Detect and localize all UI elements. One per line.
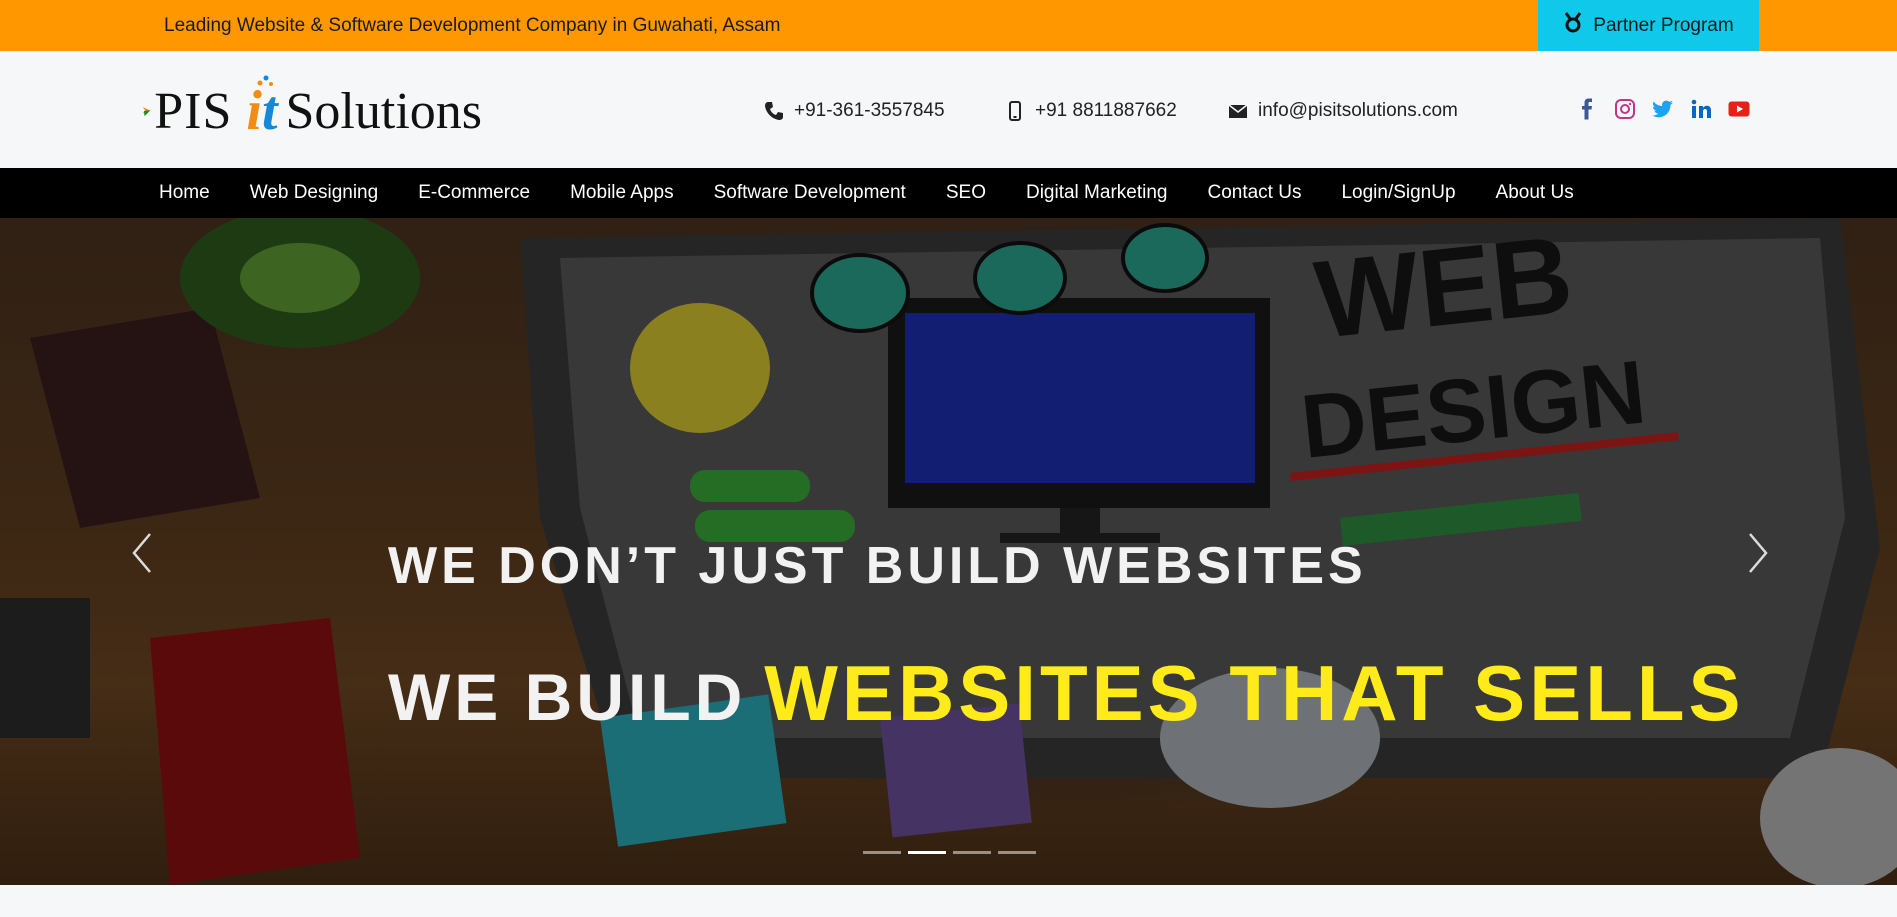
nav-item-about-us[interactable]: About Us: [1496, 182, 1574, 204]
partner-program-label: Partner Program: [1593, 14, 1734, 36]
hero-headline-white: WE BUILD: [388, 660, 747, 734]
logo-pis-text: PIS: [154, 82, 233, 140]
nav-item-digital-marketing[interactable]: Digital Marketing: [1026, 182, 1168, 204]
nav-item-web-designing[interactable]: Web Designing: [250, 182, 379, 204]
logo-dots-icon: [257, 75, 274, 86]
site-logo[interactable]: PIS it Solutions: [142, 75, 483, 143]
carousel-indicator[interactable]: [863, 851, 901, 854]
carousel-prev-button[interactable]: [122, 528, 162, 578]
twitter-icon[interactable]: [1651, 97, 1675, 121]
nav-item-mobile-apps[interactable]: Mobile Apps: [570, 182, 674, 204]
hero-headline-line1: WE DON’T JUST BUILD WEBSITES: [388, 537, 1367, 595]
nav-item-software-development[interactable]: Software Development: [714, 182, 906, 204]
contact-mobile[interactable]: +91 8811887662: [1005, 97, 1177, 125]
contact-phone[interactable]: +91-361-3557845: [764, 97, 945, 125]
hero-headline-line2: WE BUILD WEBSITES THAT SELLS: [388, 648, 1745, 739]
email-address: info@pisitsolutions.com: [1258, 100, 1458, 121]
nav-item-e-commerce[interactable]: E-Commerce: [418, 182, 530, 204]
phone-number: +91-361-3557845: [794, 100, 945, 121]
linkedin-icon[interactable]: [1689, 97, 1713, 121]
nav-item-contact-us[interactable]: Contact Us: [1207, 182, 1301, 204]
mobile-icon: [1009, 101, 1021, 121]
carousel-next-button[interactable]: [1738, 528, 1778, 578]
partner-program-button[interactable]: Partner Program: [1538, 0, 1759, 51]
facebook-icon[interactable]: [1575, 97, 1599, 121]
page-bottom-strip: [0, 885, 1897, 917]
carousel-indicator[interactable]: [953, 851, 991, 854]
chevron-right-icon: [1749, 533, 1768, 573]
logo-arrow-icon: [142, 107, 151, 117]
main-nav: Home Web Designing E-Commerce Mobile App…: [0, 168, 1897, 218]
site-header: PIS it Solutions +91-361-3557845 +91 881…: [0, 51, 1897, 168]
hero-headline-yellow: WEBSITES THAT SELLS: [764, 649, 1745, 737]
top-tagline: Leading Website & Software Development C…: [164, 15, 781, 36]
top-bar: Leading Website & Software Development C…: [0, 0, 1897, 51]
nav-item-login-signup[interactable]: Login/SignUp: [1341, 182, 1455, 204]
carousel-indicator[interactable]: [998, 851, 1036, 854]
carousel-indicator-active[interactable]: [908, 851, 946, 854]
social-links: [1575, 97, 1751, 121]
chevron-left-icon: [132, 533, 151, 573]
mobile-number: +91 8811887662: [1035, 100, 1177, 121]
award-icon: [1563, 11, 1583, 40]
instagram-icon[interactable]: [1613, 97, 1637, 121]
envelope-icon: [1228, 104, 1248, 118]
logo-solutions-text: Solutions: [285, 82, 483, 140]
hero-carousel: WEB DESIGN WE DON’T JUST BUILD WEBSITES …: [0, 218, 1897, 885]
carousel-indicators: [863, 851, 1036, 854]
nav-item-seo[interactable]: SEO: [946, 182, 986, 204]
nav-item-home[interactable]: Home: [159, 182, 210, 204]
youtube-icon[interactable]: [1727, 97, 1751, 121]
contact-email[interactable]: info@pisitsolutions.com: [1228, 97, 1458, 125]
phone-icon: [765, 102, 783, 120]
logo-it-text: it: [246, 75, 278, 143]
